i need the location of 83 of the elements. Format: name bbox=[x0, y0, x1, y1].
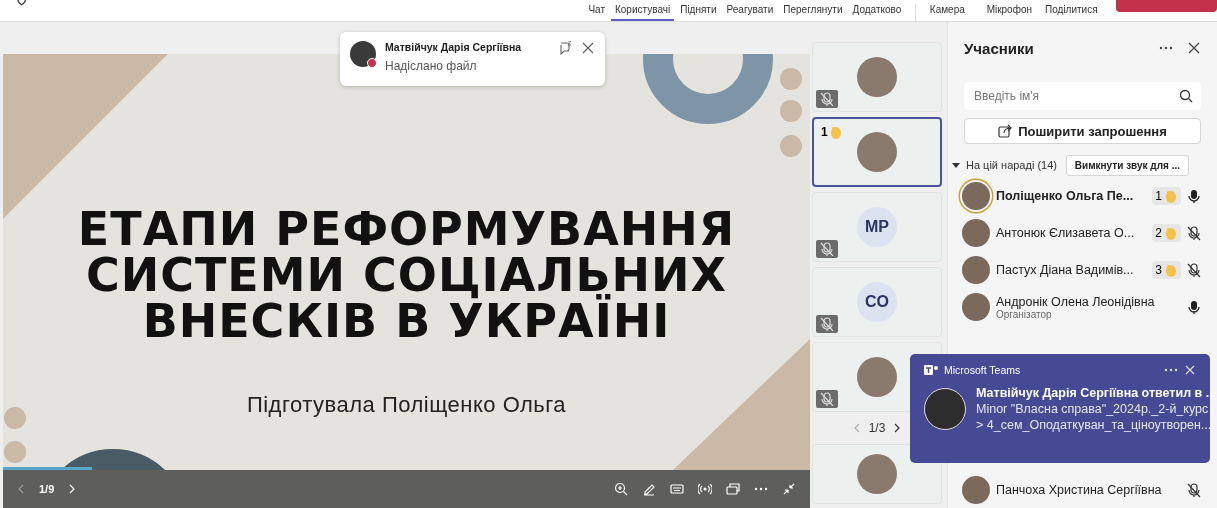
notification-title: Матвійчук Дарія Сергіївна ответил в ... bbox=[976, 386, 1217, 400]
mic-off-icon bbox=[820, 242, 834, 256]
participant-name: Панчоха Христина Сергіївна bbox=[996, 483, 1163, 497]
toolbar-tab[interactable]: Користувачі bbox=[611, 4, 675, 21]
avatar bbox=[857, 357, 897, 397]
avatar bbox=[924, 388, 966, 430]
more-icon[interactable] bbox=[1164, 366, 1178, 374]
dot-decoration bbox=[780, 100, 802, 122]
toolbar-tab[interactable]: Додатково bbox=[848, 4, 906, 21]
page-counter: 1/3 bbox=[868, 421, 886, 435]
initials-avatar: MP bbox=[857, 207, 897, 247]
slide-title: ЕТАПИ РЕФОРМУВАННЯ СИСТЕМИ СОЦІАЛЬНИХ ВНЕСКІВ В УКРАЇНІ bbox=[77, 206, 736, 344]
hand-order: 3 bbox=[1155, 263, 1162, 277]
toolbar-tab[interactable]: Чат bbox=[584, 4, 609, 21]
pen-icon[interactable] bbox=[642, 482, 656, 496]
mic-off-icon[interactable] bbox=[1187, 482, 1201, 498]
share-icon bbox=[998, 124, 1013, 138]
mic-off-icon bbox=[820, 317, 834, 331]
app-name: Microsoft Teams bbox=[944, 364, 1022, 376]
section-label: На цій нараді (14) bbox=[966, 159, 1058, 171]
initials-avatar: CO bbox=[857, 282, 897, 322]
toolbar-button[interactable]: Камера bbox=[916, 4, 979, 21]
toolbar-tab[interactable]: Підняти bbox=[676, 4, 721, 21]
toolbar-tab[interactable]: Переглянути bbox=[779, 4, 847, 21]
participant-name: Антонюк Єлизавета О... bbox=[996, 226, 1136, 240]
mic-off-icon bbox=[820, 92, 834, 106]
participant-name: Поліщенко Ольга Пе... bbox=[996, 189, 1135, 203]
zoom-icon[interactable] bbox=[614, 482, 628, 496]
panel-title: Учасники bbox=[964, 39, 1035, 57]
keyboard-icon[interactable] bbox=[670, 482, 684, 496]
search-bar[interactable]: Введіть ім'я bbox=[964, 82, 1201, 110]
notification-text: Minor "Власна справа"_2024р._2-й_курс bbox=[976, 402, 1210, 416]
hand-order: 1 bbox=[821, 125, 828, 139]
toolbar-button[interactable]: Мікрофон bbox=[978, 4, 1041, 21]
message-toast[interactable]: Матвійчук Дарія Сергіївна Надіслано файл bbox=[340, 32, 605, 86]
slide-subtitle: Підготувала Поліщенко Ольга bbox=[246, 392, 567, 418]
status-dot bbox=[367, 58, 377, 68]
participant-name: Андронік Олена Леонідівна bbox=[996, 294, 1156, 309]
mic-off-icon[interactable] bbox=[1187, 262, 1201, 278]
toolbar-tab[interactable]: Реагувати bbox=[722, 4, 778, 21]
mic-icon[interactable] bbox=[1187, 299, 1201, 315]
toolbar-button[interactable]: Поділитися bbox=[1040, 4, 1103, 21]
hand-order: 1 bbox=[1155, 189, 1162, 203]
windows-icon[interactable] bbox=[726, 482, 740, 496]
more-icon[interactable] bbox=[1159, 44, 1173, 52]
search-icon bbox=[1179, 89, 1193, 103]
video-tile[interactable]: 1 bbox=[812, 117, 942, 187]
mic-off-icon bbox=[820, 392, 834, 406]
chevron-right-icon[interactable] bbox=[893, 423, 902, 433]
dot-decoration bbox=[780, 135, 802, 157]
notification-text: > 4_сем_Оподаткуван_та_ціноутворен... bbox=[976, 418, 1213, 432]
video-tile[interactable] bbox=[812, 42, 942, 112]
app-logo-icon bbox=[924, 364, 938, 376]
hand-order: 2 bbox=[1155, 226, 1162, 240]
dot-decoration bbox=[4, 441, 26, 463]
caret-icon[interactable] bbox=[952, 161, 960, 169]
search-field[interactable]: Введіть ім'я bbox=[972, 88, 1179, 104]
dot-decoration bbox=[780, 68, 802, 90]
page-counter: 1/9 bbox=[39, 483, 55, 495]
sender-name: Матвійчук Дарія Сергіївна bbox=[385, 41, 523, 53]
hand-icon bbox=[1164, 263, 1178, 277]
close-icon[interactable] bbox=[1187, 41, 1201, 55]
video-tile[interactable] bbox=[812, 444, 942, 504]
close-icon[interactable] bbox=[581, 41, 595, 55]
hand-icon bbox=[828, 125, 843, 139]
participant-name: Пастух Діана Вадимів... bbox=[996, 263, 1135, 277]
hand-icon bbox=[1164, 226, 1178, 240]
participant-role: Організатор bbox=[996, 308, 1053, 320]
avatar bbox=[857, 454, 897, 494]
video-tile[interactable]: CO bbox=[812, 267, 942, 337]
collapse-icon[interactable] bbox=[782, 482, 796, 496]
mic-off-icon[interactable] bbox=[1187, 225, 1201, 241]
hand-icon bbox=[1164, 189, 1178, 203]
mute-all-button[interactable]: Вимкнути звук для ... bbox=[1065, 154, 1189, 176]
share-invite-button[interactable]: Поширити запрошення bbox=[964, 118, 1201, 144]
dot-decoration bbox=[4, 407, 26, 429]
avatar bbox=[857, 57, 897, 97]
avatar bbox=[857, 132, 897, 172]
snooze-icon[interactable] bbox=[558, 41, 572, 55]
mic-icon[interactable] bbox=[1187, 188, 1201, 204]
message-text: Надіслано файл bbox=[385, 59, 478, 73]
broadcast-icon[interactable] bbox=[698, 482, 712, 496]
video-tile[interactable]: MP bbox=[812, 192, 942, 262]
